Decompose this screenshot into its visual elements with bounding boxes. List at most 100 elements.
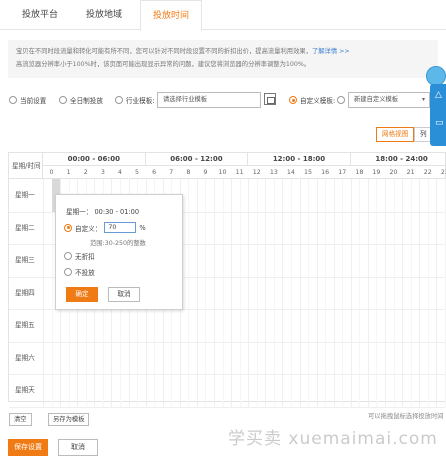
grid-row-line [9, 406, 445, 408]
industry-template-select[interactable]: 请选择行业模板 [157, 92, 261, 108]
radio-no-delivery[interactable] [64, 268, 72, 276]
save-settings-button[interactable]: 保存设置 [8, 439, 48, 456]
notice-line-1: 宝贝在不同时段流量和转化可能有所不同，您可以针对不同时段设置不同的折扣出价，提高… [16, 48, 350, 55]
confirm-button[interactable]: 确定 [66, 287, 98, 302]
hour-header[interactable]: 9 [196, 166, 214, 179]
day-label[interactable]: 星期一 [9, 179, 43, 212]
grid-column-line [350, 179, 352, 407]
hour-header[interactable]: 2 [77, 166, 95, 179]
grid-column-line [419, 179, 421, 407]
hour-header[interactable]: 12 [248, 166, 266, 179]
grid-row-line [9, 374, 445, 375]
hour-header[interactable]: 8 [179, 166, 197, 179]
radio-custom-discount[interactable] [64, 223, 72, 232]
period-header[interactable]: 06:00 - 12:00 [145, 153, 249, 166]
hour-header[interactable]: 14 [282, 166, 300, 179]
grid-column-line [299, 179, 301, 407]
assistant-avatar-icon[interactable] [426, 66, 446, 86]
tab-time[interactable]: 投放时间 [140, 0, 203, 31]
period-header[interactable]: 12:00 - 18:00 [248, 153, 351, 166]
chevron-down-icon: ▾ [421, 96, 425, 103]
hour-header[interactable]: 23 [436, 166, 446, 179]
hour-header[interactable]: 11 [231, 166, 249, 179]
hour-header[interactable]: 15 [299, 166, 317, 179]
hour-header[interactable]: 22 [419, 166, 437, 179]
hour-header[interactable]: 6 [145, 166, 163, 179]
grid-column-line [214, 179, 215, 407]
grid-column-line [402, 179, 404, 407]
grid-half-hour-line [342, 179, 344, 407]
hour-header[interactable]: 17 [333, 166, 351, 179]
hour-header[interactable]: 1 [60, 166, 78, 179]
hour-header[interactable]: 20 [385, 166, 403, 179]
message-icon[interactable]: ▭ [435, 118, 444, 128]
hour-header[interactable]: 19 [367, 166, 385, 179]
option-no-delivery[interactable]: 不投放 [64, 267, 95, 277]
watermark-text: 学买卖 xuemaimai.com [228, 429, 438, 449]
grid-half-hour-line [290, 179, 292, 407]
percent-input[interactable]: 70 [104, 222, 137, 233]
hour-header[interactable]: 4 [111, 166, 129, 179]
grid-column-line [231, 179, 233, 407]
day-label[interactable]: 星期天 [9, 374, 43, 407]
radio-current[interactable] [9, 96, 17, 104]
day-label[interactable]: 星期五 [9, 309, 43, 342]
day-label[interactable]: 星期四 [9, 277, 43, 310]
hour-header[interactable]: 21 [402, 166, 420, 179]
tab-region[interactable]: 投放地域 [74, 0, 134, 30]
discount-popover: 星期一： 00:30 - 01:00 自定义： 70 % 范围:30-250的整… [55, 194, 183, 310]
option-custom-discount[interactable]: 自定义： 70 % [64, 222, 146, 233]
grid-column-line [196, 179, 198, 407]
learn-more-link[interactable]: 了解详情 >> [312, 48, 350, 55]
hour-header[interactable]: 13 [265, 166, 283, 179]
calendar-icon[interactable] [264, 93, 276, 105]
radio-all-day[interactable] [59, 96, 67, 104]
notice-box: 宝贝在不同时段流量和转化可能有所不同，您可以针对不同时段设置不同的折扣出价，提高… [8, 40, 438, 78]
hour-header[interactable]: 7 [162, 166, 180, 179]
radio-industry-template[interactable] [115, 96, 123, 104]
day-label[interactable]: 星期二 [9, 212, 43, 245]
day-label[interactable]: 星期六 [9, 342, 43, 375]
hour-header[interactable]: 10 [214, 166, 232, 179]
option-current[interactable]: 当前设置 [9, 94, 46, 106]
option-all-day[interactable]: 全日制投放 [59, 94, 103, 106]
hour-header[interactable]: 16 [316, 166, 334, 179]
period-header[interactable]: 18:00 - 24:00 [350, 153, 446, 166]
option-industry-template[interactable]: 行业模板: [115, 94, 155, 106]
grid-half-hour-line [325, 179, 327, 407]
save-template-button[interactable]: 另存为模板 [48, 413, 90, 426]
period-header[interactable]: 00:00 - 06:00 [43, 153, 146, 166]
popover-cancel-button[interactable]: 取消 [108, 287, 140, 302]
hour-header[interactable]: 3 [94, 166, 112, 179]
tab-platform[interactable]: 投放平台 [10, 0, 70, 30]
radio-no-discount[interactable] [64, 252, 72, 260]
grid-half-hour-line [256, 179, 258, 407]
hour-header[interactable]: 0 [43, 166, 61, 179]
notice-line-2: 高流览器分辨率小于100%时，该页面可能出现显示异常的问题，建议您将浏览器的分辨… [16, 61, 311, 68]
clear-button[interactable]: 清空 [9, 413, 32, 426]
option-no-discount[interactable]: 无折扣 [64, 251, 95, 261]
grid-column-line [248, 179, 250, 407]
grid-column-line [282, 179, 284, 407]
grid-half-hour-line [427, 179, 429, 407]
grid-half-hour-line [222, 179, 224, 407]
grid-half-hour-line [393, 179, 395, 407]
option-custom-template[interactable]: 自定义模板: [289, 94, 348, 106]
grid-half-hour-line [188, 179, 190, 407]
radio-custom-template[interactable] [289, 96, 297, 104]
hour-header[interactable]: 18 [350, 166, 368, 179]
hour-header[interactable]: 5 [128, 166, 146, 179]
grid-column-line [43, 179, 44, 407]
tab-bar: 投放平台 投放地域 投放时间 [0, 0, 446, 31]
drag-tip: 可以拖拽鼠标选择投放时间 [368, 413, 444, 420]
help-icon[interactable] [337, 96, 346, 104]
grid-half-hour-line [308, 179, 310, 407]
grid-column-line [333, 179, 335, 407]
grid-view-button[interactable]: 网格视图 [376, 127, 415, 142]
grid-column-line [265, 179, 267, 407]
grid-row-line [9, 341, 445, 343]
day-label[interactable]: 星期三 [9, 244, 43, 277]
bell-icon[interactable]: △ [435, 90, 442, 100]
custom-template-select[interactable]: 新建自定义模板 ▾ [348, 92, 430, 108]
cancel-button[interactable]: 取消 [58, 439, 98, 456]
